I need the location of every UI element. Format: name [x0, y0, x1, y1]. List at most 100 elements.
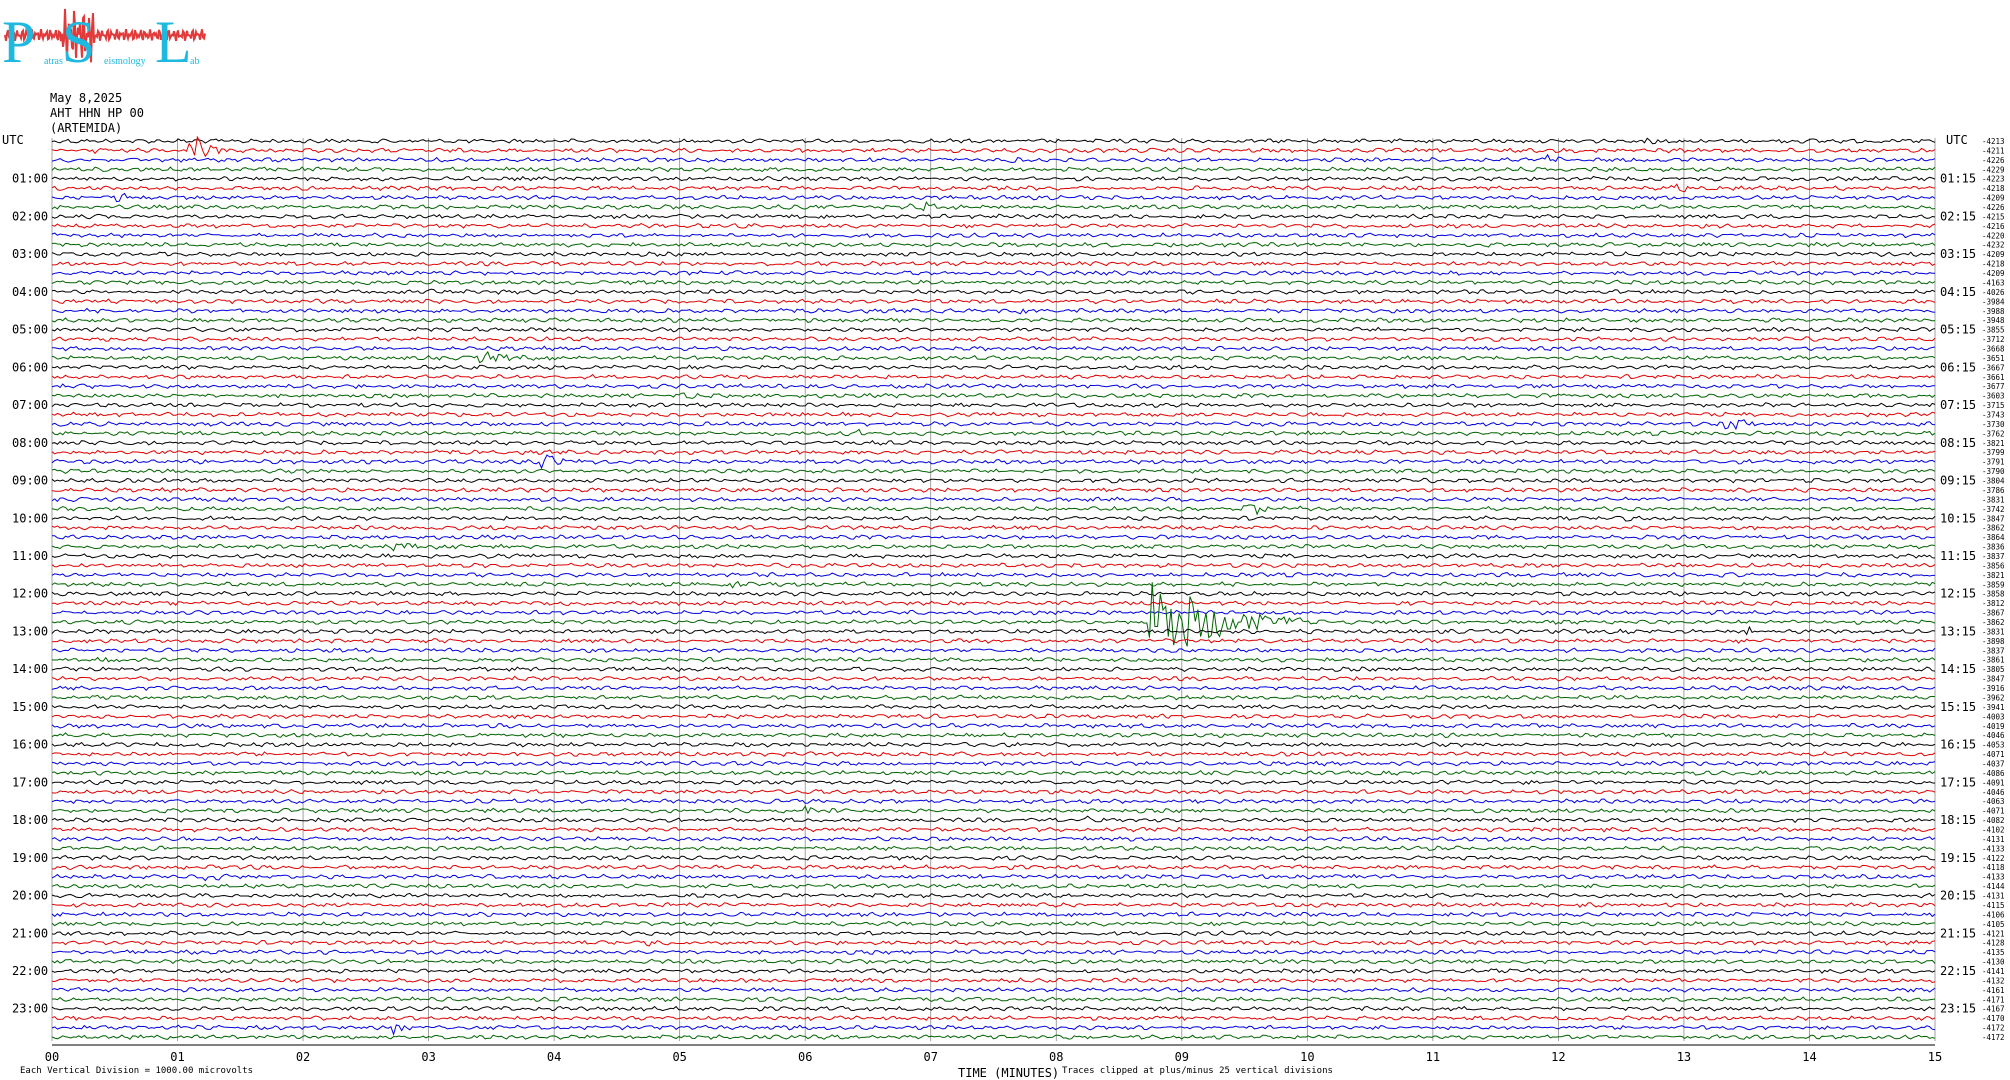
seismic-trace	[51, 836, 1936, 842]
x-tick-label: 06	[798, 1050, 812, 1064]
seismic-trace	[51, 542, 1936, 552]
right-utc-title: UTC	[1946, 133, 1968, 147]
left-hour-label: 19:00	[12, 851, 48, 865]
left-hour-label: 14:00	[12, 662, 48, 676]
trace-value-label: -4161	[1982, 986, 2005, 995]
left-hour-label: 13:00	[12, 624, 48, 638]
trace-value-label: -3941	[1982, 703, 2005, 712]
left-hour-label: 20:00	[12, 889, 48, 903]
trace-value-label: -3712	[1982, 335, 2005, 344]
trace-value-label: -4211	[1982, 146, 2005, 155]
trace-value-label: -3988	[1982, 307, 2005, 316]
trace-value-label: -3864	[1982, 533, 2005, 542]
seismic-trace	[51, 949, 1936, 955]
trace-value-label: -3799	[1982, 448, 2005, 457]
x-tick-label: 07	[924, 1050, 938, 1064]
x-tick-label: 14	[1802, 1050, 1816, 1064]
right-hour-label: 11:15	[1940, 549, 1976, 563]
left-hour-label: 18:00	[12, 813, 48, 827]
x-tick-label: 13	[1677, 1050, 1691, 1064]
left-hour-label: 05:00	[12, 323, 48, 337]
trace-value-label: -4218	[1982, 260, 2005, 269]
right-hour-label: 04:15	[1940, 285, 1976, 299]
seismic-trace	[51, 892, 1936, 899]
left-hour-label: 01:00	[12, 172, 48, 186]
trace-value-label: -4106	[1982, 910, 2005, 919]
x-tick-label: 08	[1049, 1050, 1063, 1064]
right-hour-label: 09:15	[1940, 474, 1976, 488]
seismic-trace	[51, 454, 1936, 470]
trace-value-label: -4037	[1982, 759, 2005, 768]
seismic-trace	[51, 439, 1936, 446]
seismic-trace	[51, 647, 1936, 654]
trace-value-label: -3812	[1982, 599, 2005, 608]
seismic-trace	[51, 958, 1936, 965]
seismic-trace	[51, 770, 1936, 776]
seismic-trace	[51, 1005, 1936, 1012]
x-tick-label: 05	[672, 1050, 686, 1064]
left-hour-label: 06:00	[12, 360, 48, 374]
seismic-trace	[51, 600, 1936, 607]
seismic-trace	[51, 713, 1936, 720]
seismic-trace	[51, 968, 1936, 974]
x-tick-label: 12	[1551, 1050, 1565, 1064]
left-hour-label: 02:00	[12, 209, 48, 223]
seismic-trace	[51, 580, 1936, 589]
right-hour-label: 20:15	[1940, 889, 1976, 903]
seismic-trace	[51, 609, 1936, 616]
left-hour-label: 03:00	[12, 247, 48, 261]
trace-value-label: -4071	[1982, 750, 2005, 759]
seismic-trace	[51, 826, 1936, 833]
trace-value-label: -4128	[1982, 939, 2005, 948]
seismic-trace	[51, 307, 1936, 315]
seismic-trace	[51, 419, 1936, 431]
seismic-trace	[51, 930, 1936, 937]
left-hour-label: 16:00	[12, 738, 48, 752]
trace-value-label: -4133	[1982, 844, 2005, 853]
seismic-trace	[51, 373, 1936, 380]
right-hour-label: 07:15	[1940, 398, 1976, 412]
left-hour-label: 10:00	[12, 511, 48, 525]
seismic-trace	[51, 760, 1936, 767]
seismic-trace	[51, 201, 1936, 212]
seismic-trace	[51, 166, 1936, 173]
trace-value-label: -4170	[1982, 1014, 2005, 1023]
seismic-trace	[51, 562, 1936, 569]
left-hour-label: 17:00	[12, 775, 48, 789]
seismic-trace	[51, 1034, 1936, 1040]
trace-value-label: -3855	[1982, 326, 2005, 335]
seismic-trace	[51, 153, 1936, 164]
trace-value-label: -4209	[1982, 250, 2005, 259]
trace-value-label: -3790	[1982, 467, 2005, 476]
right-hour-label: 16:15	[1940, 738, 1976, 752]
trace-value-label: -4209	[1982, 269, 2005, 278]
seismic-trace	[51, 751, 1936, 757]
seismic-trace	[51, 241, 1936, 248]
seismic-trace	[51, 364, 1936, 371]
seismic-trace	[51, 468, 1936, 475]
trace-value-label: -3821	[1982, 439, 2005, 448]
trace-value-label: -4133	[1982, 873, 2005, 882]
trace-value-label: -3742	[1982, 505, 2005, 514]
seismic-trace	[51, 534, 1936, 541]
seismic-trace	[51, 504, 1936, 516]
trace-value-label: -4223	[1982, 175, 2005, 184]
trace-value-label: -4131	[1982, 835, 2005, 844]
seismic-trace	[51, 656, 1936, 663]
trace-value-label: -4046	[1982, 788, 2005, 797]
left-hour-label: 23:00	[12, 1002, 48, 1016]
x-tick-label: 09	[1175, 1050, 1189, 1064]
trace-value-label: -3786	[1982, 486, 2005, 495]
seismic-trace	[51, 920, 1936, 927]
trace-value-label: -4216	[1982, 222, 2005, 231]
trace-value-label: -3856	[1982, 561, 2005, 570]
trace-value-label: -3862	[1982, 524, 2005, 533]
seismic-trace	[51, 251, 1936, 258]
seismic-trace	[51, 798, 1936, 805]
seismic-trace	[51, 260, 1936, 267]
seismic-trace	[51, 383, 1935, 390]
trace-value-label: -4086	[1982, 769, 2005, 778]
left-hour-label: 04:00	[12, 285, 48, 299]
left-hour-label: 07:00	[12, 398, 48, 412]
footer-clip-note: Traces clipped at plus/minus 25 vertical…	[1062, 1066, 1333, 1076]
